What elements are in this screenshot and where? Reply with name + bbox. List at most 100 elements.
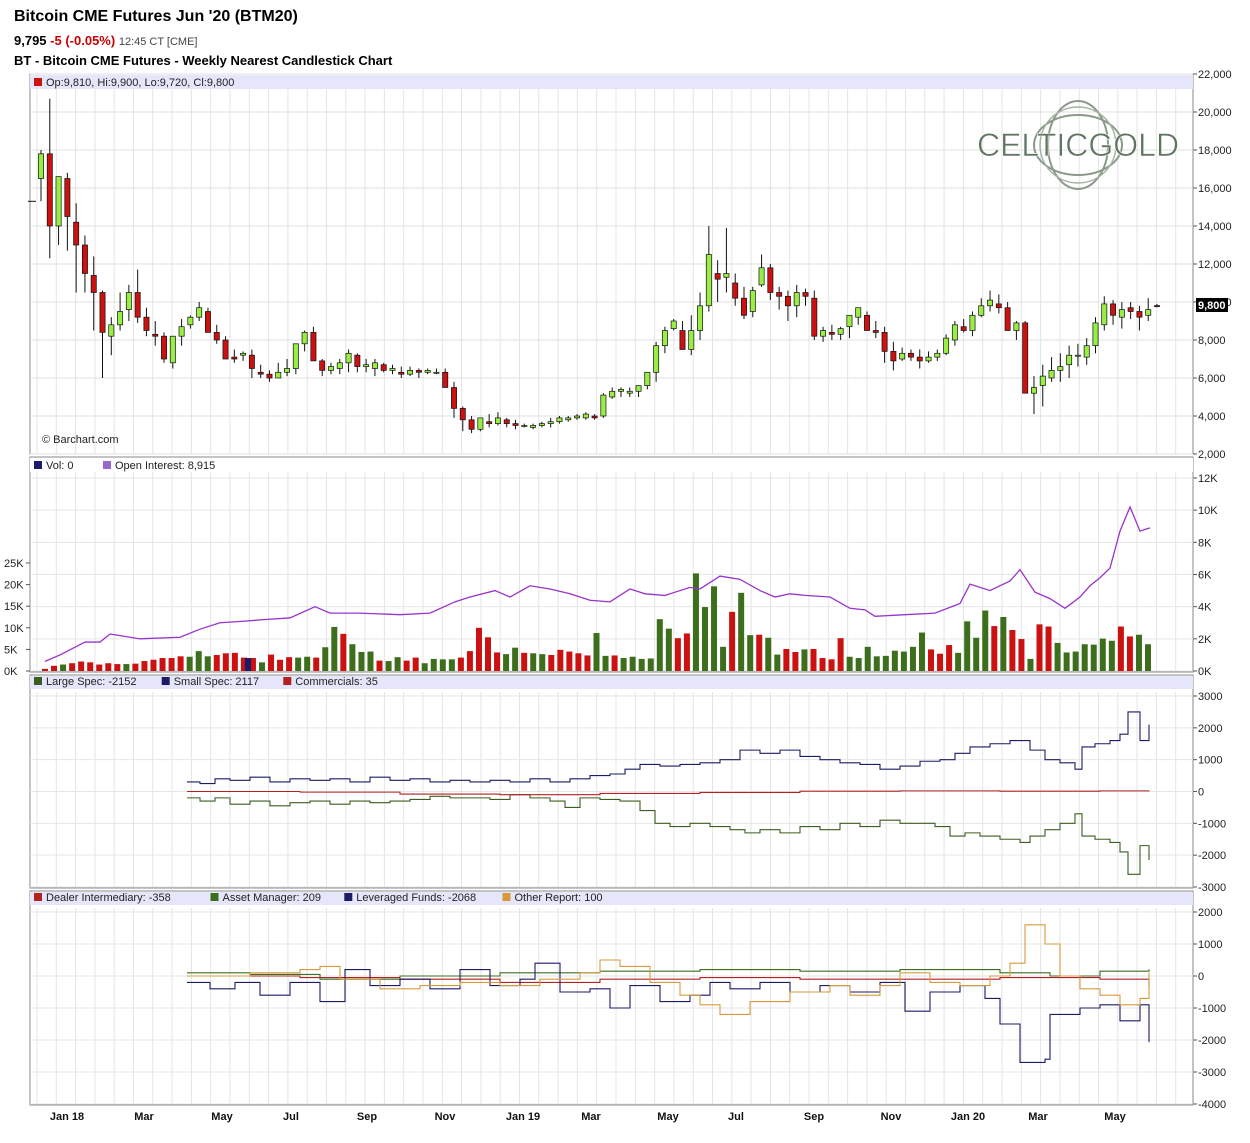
oi-tick-label: 2K [1198,634,1212,646]
oi-legend-swatch [103,461,111,469]
volume-bar-up [747,635,754,671]
volume-bar-up [394,657,401,671]
candle-up [1048,370,1055,379]
volume-bar-down [213,655,220,671]
candle-down [908,352,914,358]
cot-tff-legend-bar [30,892,1193,905]
price-tick-label: 18,000 [1198,145,1232,157]
candle-down [46,153,53,227]
chart-canvas: Op:9,810, Hi:9,900, Lo:9,720, Cl:9,800 2… [4,69,1232,1123]
price-legend-swatch [34,78,42,86]
volume-bar-down [78,661,85,671]
candle-up [626,390,633,394]
volume-bar-up [530,653,537,671]
volume-bar-up [882,655,889,671]
candle-up [1013,322,1020,331]
volume-bar-down [177,656,184,671]
candle-up [618,389,624,392]
candle-down [881,332,888,352]
legend-label: Dealer Intermediary: -358 [46,892,171,904]
candle-up [284,368,290,373]
volume-bar-up [123,664,130,671]
volume-bar-down [412,657,419,671]
cot-tick-label: -1000 [1198,1003,1226,1015]
volume-bar-up [186,656,193,671]
candle-down [81,244,88,274]
volume-bar-up [448,659,455,671]
candle-down [468,419,475,430]
candle-down [864,314,870,331]
price-tick-label: 2,000 [1198,449,1226,461]
legend-swatch [283,677,292,685]
price-tick-label: 6,000 [1198,373,1226,385]
candle-up [240,352,247,356]
candle-down [916,356,923,362]
volume-bar-down [928,649,935,671]
volume-bar-down [1126,636,1133,671]
volume-bar-up [620,658,627,671]
vol-legend: Vol: 0 [46,460,74,472]
volume-bar-down [313,657,320,671]
volume-bar-down [937,653,944,671]
candle-down [732,282,739,299]
volume-bar-down [991,626,998,671]
candle-up [582,413,589,419]
candle-down [811,297,818,337]
candle-up [187,316,194,326]
candle-down [890,351,897,362]
legend-label: Leveraged Funds: -2068 [356,892,476,904]
legend-swatch [210,893,219,901]
volume-bar-down [277,659,284,671]
oi-tick-label: 8K [1198,537,1212,549]
volume-bar-up [1135,634,1142,671]
volume-bar-down [792,651,799,671]
candle-down [503,419,510,424]
candle-up [1039,375,1046,386]
volume-bar-up [1108,640,1115,671]
candle-up [574,415,580,419]
candle-down [679,330,686,350]
volume-bar-up [322,647,329,671]
volume-bar-down [548,655,555,671]
cot-tick-label: 0 [1198,787,1204,799]
candle-down [143,316,150,331]
candle-up [407,370,414,375]
x-label: May [657,1111,679,1123]
cot-tick-label: -2000 [1198,850,1226,862]
legend-label: Small Spec: 2117 [174,676,259,688]
candle-up [723,273,730,278]
cot-tick-label: -4000 [1198,1099,1226,1111]
cot-tick-label: 2000 [1198,723,1222,735]
vol-tick-label: 10K [4,623,24,635]
cot-tff-lines [187,924,1150,1063]
volume-bar-up [982,610,989,671]
candle-up [521,425,528,427]
candle-up [371,362,378,369]
candle-down [310,332,317,362]
volume-bar-up [367,651,374,671]
candle-down [64,178,71,217]
legend-label: Large Spec: -2152 [46,676,137,688]
x-label: Mar [581,1111,601,1123]
candle-up [1145,309,1152,316]
volume-bar-up [738,592,745,671]
candle-up [1083,345,1090,358]
candle-down [714,273,721,280]
volume-bar-down [485,637,492,671]
volume-bar-up [204,656,211,671]
oi-tick-label: 6K [1198,570,1212,582]
cot-tick-label: 2000 [1198,907,1222,919]
candle-up [653,345,660,373]
volume-bar-up [873,656,880,671]
cot-legacy-lines [187,711,1150,875]
volume-bar-down [51,665,58,671]
candle-up [363,364,370,367]
volume-bar-down [475,627,482,671]
volume-bar-up [195,651,202,671]
candle-up [196,307,203,318]
volume-bar-down [150,659,157,671]
candle-up [969,314,976,331]
volume-bar-up [1063,652,1070,671]
candle-up [1057,366,1064,371]
x-label: Jan 20 [951,1111,985,1123]
